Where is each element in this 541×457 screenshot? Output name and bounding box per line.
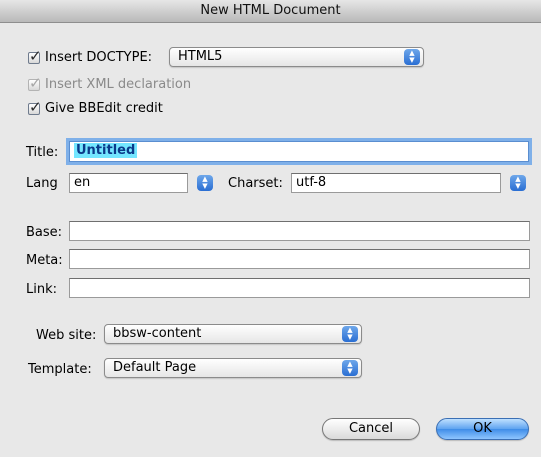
website-popup[interactable]: bbsw-content ▲ ▼	[104, 324, 362, 344]
link-label: Link:	[26, 282, 58, 297]
insert-xml-checkbox[interactable]: ✓	[28, 74, 42, 92]
title-value: Untitled	[74, 143, 138, 158]
cancel-button[interactable]: Cancel	[322, 418, 420, 440]
insert-doctype-label: Insert DOCTYPE:	[45, 50, 153, 65]
meta-field[interactable]	[69, 249, 530, 269]
give-credit-checkbox[interactable]: ✓	[28, 98, 42, 116]
website-label: Web site:	[36, 328, 97, 343]
checkmark-icon: ✓	[29, 74, 42, 92]
new-html-document-dialog: New HTML Document ✓ Insert DOCTYPE: HTML…	[0, 0, 541, 457]
title-label: Title:	[26, 145, 59, 160]
title-field[interactable]: Untitled	[69, 141, 529, 162]
window-title: New HTML Document	[0, 0, 541, 23]
checkmark-icon: ✓	[29, 47, 42, 65]
template-label: Template:	[28, 362, 92, 377]
give-credit-label: Give BBEdit credit	[45, 101, 163, 116]
insert-doctype-checkbox[interactable]: ✓	[28, 47, 42, 65]
charset-value: utf-8	[296, 175, 327, 190]
base-label: Base:	[26, 225, 63, 240]
doctype-popup[interactable]: HTML5 ▲ ▼	[169, 47, 424, 67]
checkmark-icon: ✓	[29, 98, 42, 116]
insert-xml-label: Insert XML declaration	[45, 77, 192, 92]
template-value: Default Page	[113, 360, 197, 375]
lang-field[interactable]: en	[69, 173, 188, 193]
lang-label: Lang	[26, 176, 58, 191]
popup-stepper-icon: ▲ ▼	[342, 326, 358, 342]
charset-popup-stepper-icon[interactable]: ▲ ▼	[510, 175, 526, 191]
website-value: bbsw-content	[113, 326, 202, 341]
meta-label: Meta:	[26, 253, 63, 268]
template-popup[interactable]: Default Page ▲ ▼	[104, 358, 362, 378]
popup-stepper-icon: ▲ ▼	[404, 49, 420, 65]
lang-popup-stepper-icon[interactable]: ▲ ▼	[197, 175, 213, 191]
lang-value: en	[74, 175, 91, 190]
charset-field[interactable]: utf-8	[291, 173, 501, 193]
charset-label: Charset:	[228, 176, 283, 191]
base-field[interactable]	[69, 221, 530, 241]
link-field[interactable]	[69, 278, 530, 298]
ok-button[interactable]: OK	[436, 418, 529, 440]
doctype-value: HTML5	[178, 49, 223, 64]
popup-stepper-icon: ▲ ▼	[342, 360, 358, 376]
